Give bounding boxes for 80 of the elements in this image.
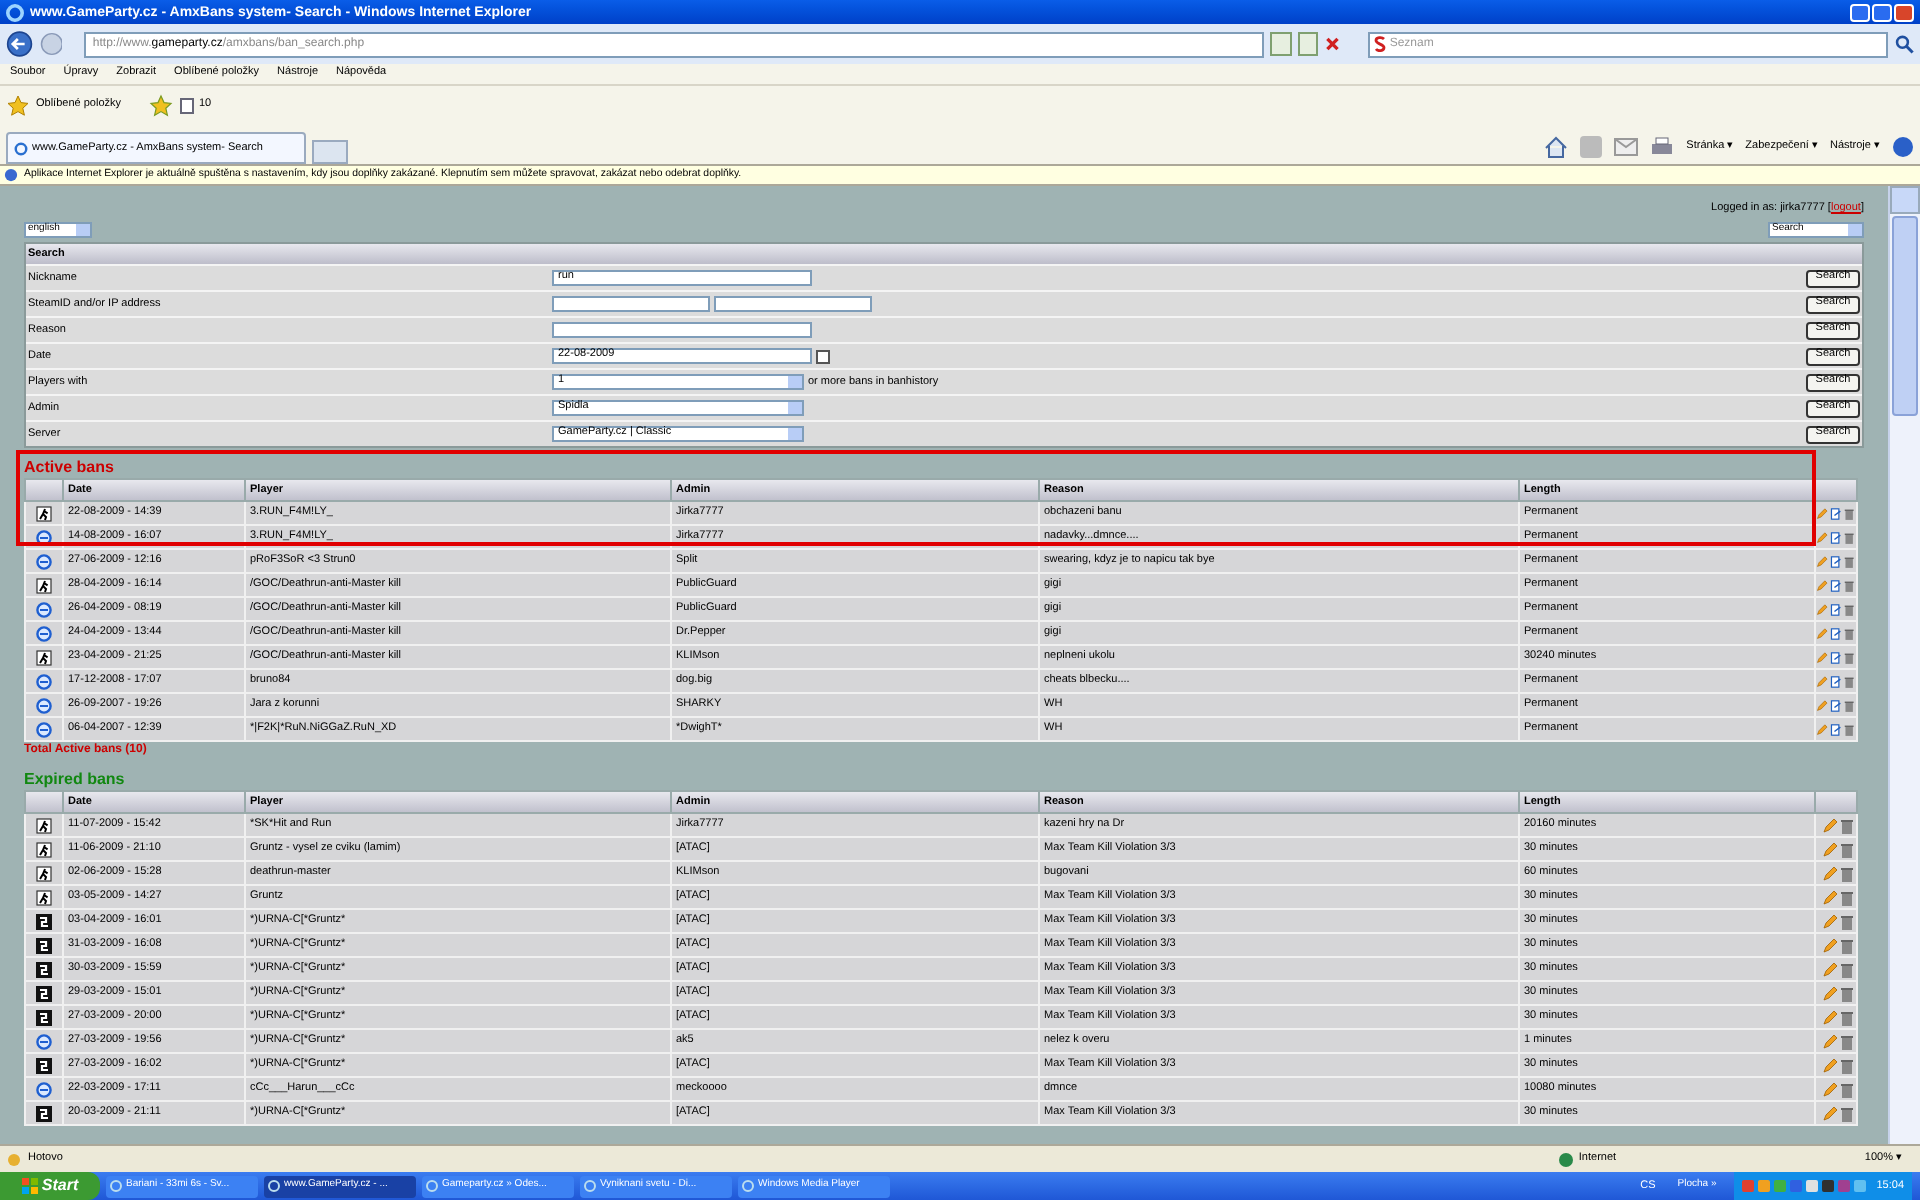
app-icon [742, 1180, 754, 1192]
note-icon[interactable] [1829, 721, 1842, 737]
close-button[interactable] [1894, 3, 1914, 21]
trash-icon[interactable] [1840, 913, 1854, 929]
trash-icon[interactable] [1840, 1057, 1854, 1073]
section-title: Expired bans [24, 768, 127, 790]
note-icon[interactable] [1829, 553, 1842, 569]
back-button[interactable] [6, 28, 34, 60]
runner-icon [36, 577, 52, 593]
mail-icon[interactable] [1614, 138, 1639, 156]
square-glyph-icon [36, 1009, 52, 1025]
note-icon[interactable] [1829, 625, 1842, 641]
trash-icon[interactable] [1843, 529, 1854, 545]
trash-icon[interactable] [1840, 865, 1854, 881]
start-button[interactable]: Start [0, 1172, 100, 1200]
minimize-button[interactable] [1850, 3, 1870, 21]
square-glyph-icon [36, 937, 52, 953]
trash-icon[interactable] [1843, 673, 1854, 689]
steamid-field[interactable] [552, 296, 710, 312]
runner-icon [36, 889, 52, 905]
browser-icon [6, 3, 24, 21]
runner-icon [36, 649, 52, 665]
app-icon [268, 1180, 280, 1192]
trash-icon[interactable] [1843, 505, 1854, 521]
trash-icon[interactable] [1840, 1081, 1854, 1097]
calendar-icon[interactable] [816, 349, 830, 363]
app-icon [584, 1180, 596, 1192]
square-glyph-icon [36, 961, 52, 977]
windows-flag-icon [21, 1178, 38, 1194]
trash-icon[interactable] [1840, 841, 1854, 857]
note-icon[interactable] [1829, 577, 1842, 593]
square-glyph-icon [36, 1057, 52, 1073]
compat-button[interactable] [1297, 32, 1319, 56]
square-glyph-icon [36, 1105, 52, 1121]
section-title: Active bans [24, 456, 116, 478]
runner-icon [36, 505, 52, 521]
runner-icon [36, 841, 52, 857]
app-icon [426, 1180, 438, 1192]
tab-page-icon [14, 141, 28, 155]
trash-icon[interactable] [1840, 889, 1854, 905]
trash-icon[interactable] [1843, 601, 1854, 617]
trash-icon[interactable] [1840, 817, 1854, 833]
trash-icon[interactable] [1843, 721, 1854, 737]
maximize-button[interactable] [1872, 3, 1892, 21]
globe-zone-icon [1558, 1151, 1575, 1167]
printer-icon[interactable] [1650, 136, 1675, 158]
note-icon[interactable] [1829, 697, 1842, 713]
square-glyph-icon [36, 985, 52, 1001]
runner-icon [36, 865, 52, 881]
trash-icon[interactable] [1840, 1033, 1854, 1049]
square-glyph-icon [36, 913, 52, 929]
text-field[interactable] [552, 322, 812, 338]
trash-icon[interactable] [1840, 961, 1854, 977]
page-icon[interactable] [179, 97, 193, 113]
home-icon[interactable] [1544, 136, 1569, 158]
add-favorite-icon[interactable] [147, 93, 173, 117]
ip-field[interactable] [714, 296, 872, 312]
star-icon [6, 93, 30, 117]
trash-icon[interactable] [1840, 985, 1854, 1001]
runner-icon [36, 817, 52, 833]
trash-icon[interactable] [1843, 577, 1854, 593]
trash-icon[interactable] [1843, 553, 1854, 569]
note-icon[interactable] [1829, 505, 1842, 521]
note-icon[interactable] [1829, 649, 1842, 665]
note-icon[interactable] [1829, 601, 1842, 617]
note-icon[interactable] [1829, 673, 1842, 689]
trash-icon[interactable] [1843, 625, 1854, 641]
trash-icon[interactable] [1840, 1105, 1854, 1121]
scrollbar[interactable] [1888, 186, 1920, 1144]
page-status-icon [6, 1151, 22, 1167]
search-engine-icon [1373, 36, 1386, 52]
stop-icon[interactable] [1324, 34, 1342, 54]
note-icon[interactable] [1829, 529, 1842, 545]
trash-icon[interactable] [1840, 1009, 1854, 1025]
app-icon [110, 1180, 122, 1192]
trash-icon[interactable] [1840, 937, 1854, 953]
search-icon[interactable] [1893, 32, 1914, 56]
trash-icon[interactable] [1843, 649, 1854, 665]
trash-icon[interactable] [1843, 697, 1854, 713]
refresh-button[interactable] [1270, 32, 1292, 56]
